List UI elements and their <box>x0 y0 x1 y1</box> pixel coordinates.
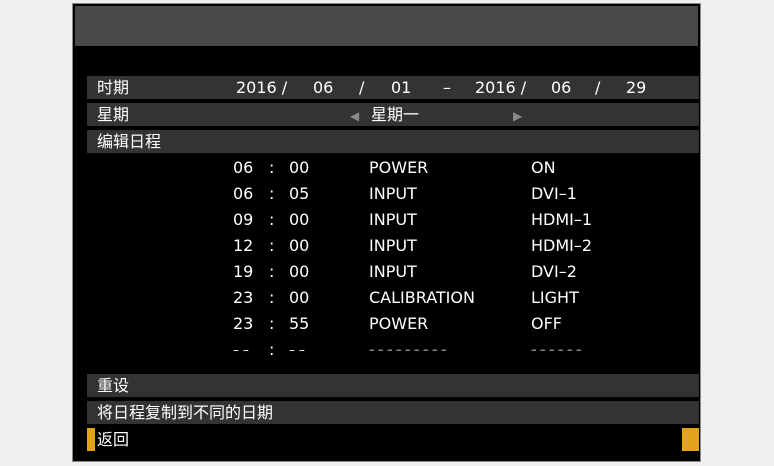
schedule-minute: 00 <box>289 262 310 281</box>
schedule-value: LIGHT <box>531 288 579 307</box>
schedule-hour: 06 <box>233 184 254 203</box>
period-start-day[interactable]: 01 <box>391 77 411 99</box>
weekday-value: 星期一 <box>371 105 420 124</box>
schedule-command: – – – – – – – – – <box>369 343 447 356</box>
schedule-command: POWER <box>369 158 429 177</box>
schedule-colon: : <box>269 236 275 255</box>
schedule-colon: : <box>269 340 275 359</box>
schedule-minute: – – <box>289 343 305 357</box>
osd-menu-panel: 时期 2016 / 06 / 01 – 2016 / 06 / 29 星期 ◀ … <box>72 3 701 462</box>
weekday-prev-arrow-icon[interactable]: ◀ <box>350 105 359 127</box>
schedule-colon: : <box>269 262 275 281</box>
schedule-hour: 23 <box>233 288 254 307</box>
period-start-month[interactable]: 06 <box>313 77 333 99</box>
schedule-value: – – – – – – <box>531 343 582 356</box>
schedule-value: DVI–2 <box>531 262 577 281</box>
schedule-value: HDMI–1 <box>531 210 593 229</box>
schedule-command: CALIBRATION <box>369 288 475 307</box>
schedule-hour: 09 <box>233 210 254 229</box>
schedule-command: INPUT <box>369 262 417 281</box>
back-row-inner <box>95 428 682 451</box>
schedule-value: DVI–1 <box>531 184 577 203</box>
schedule-minute: 00 <box>289 288 310 307</box>
copy-schedule-label: 将日程复制到不同的日期 <box>97 403 274 422</box>
period-range-dash: – <box>443 78 451 97</box>
schedule-command: POWER <box>369 314 429 333</box>
schedule-minute: 00 <box>289 236 310 255</box>
schedule-command: INPUT <box>369 184 417 203</box>
schedule-command: INPUT <box>369 210 417 229</box>
schedule-hour: 19 <box>233 262 254 281</box>
reset-label: 重设 <box>97 376 130 395</box>
schedule-colon: : <box>269 288 275 307</box>
schedule-hour: 23 <box>233 314 254 333</box>
menu-title-bar <box>75 6 698 46</box>
schedule-hour: 12 <box>233 236 254 255</box>
schedule-minute: 05 <box>289 184 310 203</box>
schedule-value: HDMI–2 <box>531 236 593 255</box>
schedule-hour: 06 <box>233 158 254 177</box>
period-end-day[interactable]: 29 <box>626 77 646 99</box>
schedule-value: ON <box>531 158 556 177</box>
schedule-minute: 00 <box>289 158 310 177</box>
edit-schedule-row[interactable] <box>87 130 699 153</box>
period-separator-slash: / <box>595 78 601 97</box>
schedule-colon: : <box>269 158 275 177</box>
period-separator-slash: / <box>359 78 365 97</box>
period-label: 时期 <box>97 78 130 97</box>
schedule-colon: : <box>269 210 275 229</box>
weekday-label: 星期 <box>97 105 130 124</box>
schedule-hour: – – <box>233 343 249 357</box>
schedule-value: OFF <box>531 314 562 333</box>
period-end-month[interactable]: 06 <box>551 77 571 99</box>
back-label[interactable]: 返回 <box>97 429 129 451</box>
edit-schedule-label: 编辑日程 <box>97 132 162 151</box>
schedule-colon: : <box>269 314 275 333</box>
schedule-minute: 00 <box>289 210 310 229</box>
period-end-year[interactable]: 2016 / <box>475 77 526 99</box>
reset-row[interactable] <box>87 374 699 397</box>
schedule-minute: 55 <box>289 314 310 333</box>
weekday-next-arrow-icon[interactable]: ▶ <box>513 105 522 127</box>
schedule-command: INPUT <box>369 236 417 255</box>
period-start-year[interactable]: 2016 / <box>236 77 287 99</box>
schedule-colon: : <box>269 184 275 203</box>
